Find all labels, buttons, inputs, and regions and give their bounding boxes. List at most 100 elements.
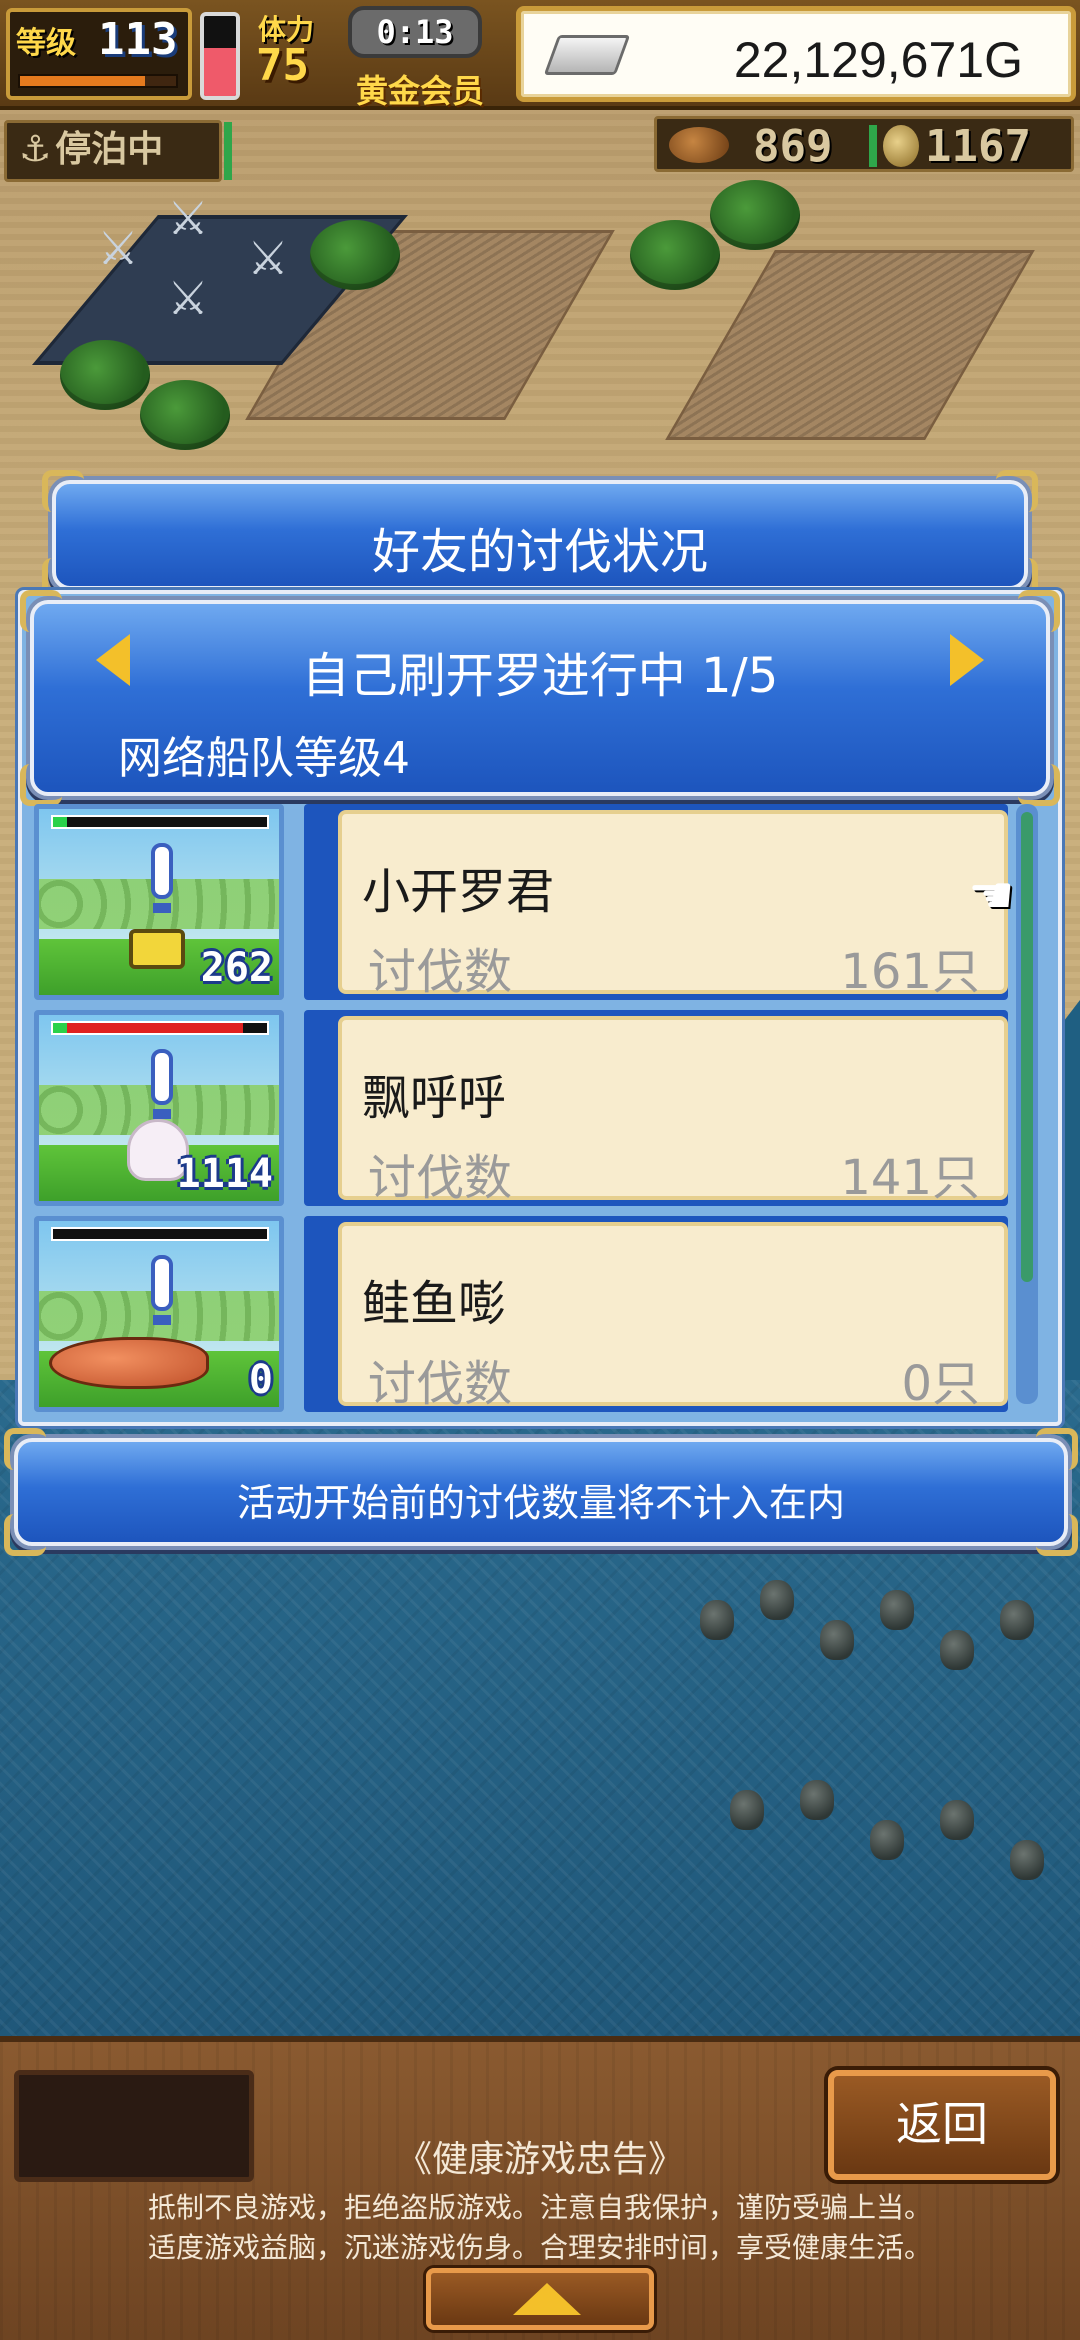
monster-name: 小开罗君 — [362, 864, 555, 920]
swords-icon: ⚔ — [247, 231, 289, 285]
swords-icon: ⚔ — [97, 221, 139, 275]
notice-text: 活动开始前的讨伐数量将不计入在内 — [236, 1481, 845, 1525]
money-box[interactable]: 22,129,671G — [516, 6, 1076, 102]
kill-count-value: 0只 — [901, 1356, 980, 1412]
hp-bar-marker — [53, 1023, 67, 1033]
level-label: 等级 — [16, 26, 76, 61]
monster-count: 262 — [200, 945, 273, 991]
resource-separator — [869, 125, 877, 167]
rock — [1000, 1600, 1034, 1640]
corner-ornament — [42, 470, 84, 512]
list-item[interactable]: 1114 飘呼呼 讨伐数 141只 — [34, 1010, 1014, 1206]
monster-card-body: 小开罗君 讨伐数 161只 — [338, 810, 1008, 1000]
hp-bar — [51, 1021, 269, 1035]
fleet-level: 网络船队等级4 — [118, 733, 410, 784]
bottom-bar: 返回 《健康游戏忠告》 抵制不良游戏，拒绝盗版游戏。注意自我保护，谨防受骗上当。… — [0, 2036, 1080, 2340]
hp-bar — [51, 815, 269, 829]
rock — [760, 1580, 794, 1620]
monster-count: 0 — [248, 1357, 273, 1403]
tree — [310, 220, 400, 290]
expand-menu-button[interactable] — [426, 2268, 654, 2330]
corner-ornament — [1018, 764, 1060, 806]
moored-indicator — [224, 122, 232, 180]
moored-label: 停泊中 — [55, 129, 164, 170]
hand-pointer-icon: ☚ — [968, 866, 1015, 926]
alert-icon — [151, 1255, 173, 1311]
list-item[interactable]: 262 小开罗君 讨伐数 161只 — [34, 804, 1014, 1000]
monster-thumbnail: 262 — [34, 804, 284, 1000]
money-value: 22,129,671G — [733, 32, 1023, 88]
rock — [940, 1630, 974, 1670]
moored-status[interactable]: ⚓ 停泊中 — [4, 120, 222, 182]
corner-ornament — [996, 470, 1038, 512]
swords-icon: ⚔ — [167, 191, 209, 245]
alert-dot — [153, 1109, 171, 1119]
monster-card-body: 飘呼呼 讨伐数 141只 — [338, 1016, 1008, 1206]
anchor-icon: ⚓ — [19, 129, 52, 170]
monster-card[interactable]: 飘呼呼 讨伐数 141只 — [304, 1010, 1008, 1206]
kill-count-label: 讨伐数 — [368, 1150, 513, 1206]
kill-count-label: 讨伐数 — [368, 1356, 513, 1412]
notice-banner: 活动开始前的讨伐数量将不计入在内 — [4, 1428, 1078, 1556]
resource-2-value: 1167 — [925, 121, 1031, 172]
membership-badge[interactable]: 黄金会员 — [356, 66, 484, 112]
header-banner: 自己刷开罗进行中 1/5 网络船队等级4 — [20, 590, 1060, 806]
rock — [730, 1790, 764, 1830]
coin-icon — [883, 125, 919, 167]
friend-progress: 自己刷开罗进行中 1/5 — [301, 648, 779, 704]
rock — [870, 1820, 904, 1860]
monster-card-body: 鲑鱼嘭 讨伐数 0只 — [338, 1222, 1008, 1412]
alert-dot — [153, 1315, 171, 1325]
monster-card[interactable]: 小开罗君 讨伐数 161只 — [304, 804, 1008, 1000]
stamina-gauge-fill — [204, 48, 236, 96]
hp-bar-fill — [67, 1023, 243, 1033]
level-box[interactable]: 等级 113 — [6, 8, 192, 100]
corner-ornament — [1036, 1428, 1078, 1470]
alert-icon — [151, 1049, 173, 1105]
stamina-gauge — [200, 12, 240, 100]
tree — [60, 340, 150, 410]
corner-ornament — [20, 590, 62, 632]
corner-ornament — [1018, 590, 1060, 632]
timer: 0:13 — [348, 6, 482, 58]
monster-sprite — [49, 1337, 209, 1389]
up-arrow-icon — [513, 2283, 581, 2315]
monster-thumbnail: 1114 — [34, 1010, 284, 1206]
monster-sprite — [129, 929, 185, 969]
kill-count-value: 141只 — [840, 1150, 980, 1206]
exp-bar-fill — [20, 76, 145, 86]
resource-box[interactable]: 869 1167 — [654, 116, 1074, 172]
rock — [1010, 1840, 1044, 1880]
alert-dot — [153, 903, 171, 913]
level-value: 113 — [98, 14, 178, 65]
monster-name: 飘呼呼 — [362, 1070, 507, 1126]
hp-bar — [51, 1227, 269, 1241]
meat-icon — [669, 127, 729, 163]
health-advisory-line: 适度游戏益脑，沉迷游戏伤身。合理安排时间，享受健康生活。 — [147, 2231, 932, 2264]
corner-ornament — [20, 764, 62, 806]
stamina-value: 75 — [256, 40, 309, 91]
rock — [940, 1800, 974, 1840]
monster-thumbnail: 0 — [34, 1216, 284, 1412]
corner-ornament — [4, 1428, 46, 1470]
dialog-title: 好友的讨伐状况 — [371, 524, 708, 580]
monster-list[interactable]: 262 小开罗君 讨伐数 161只 1114 飘呼呼 讨伐数 141只 0 鲑鱼… — [34, 804, 1014, 1416]
rock — [700, 1600, 734, 1640]
monster-name: 鲑鱼嘭 — [362, 1276, 507, 1332]
health-advisory-title: 《健康游戏忠告》 — [395, 2139, 684, 2180]
rock — [820, 1620, 854, 1660]
rock — [800, 1780, 834, 1820]
resource-1-value: 869 — [753, 121, 833, 172]
tree — [630, 220, 720, 290]
dialog-title-banner: 好友的讨伐状况 — [42, 470, 1038, 600]
kill-count-label: 讨伐数 — [368, 944, 513, 1000]
alert-icon — [151, 843, 173, 899]
tree — [140, 380, 230, 450]
top-hud: 等级 113 体力 75 0:13 黄金会员 22,129,671G — [0, 0, 1080, 110]
health-advisory-line: 抵制不良游戏，拒绝盗版游戏。注意自我保护，谨防受骗上当。 — [147, 2191, 932, 2224]
list-item[interactable]: 0 鲑鱼嘭 讨伐数 0只 — [34, 1216, 1014, 1412]
silver-bar-icon — [543, 35, 631, 75]
hp-bar-marker — [53, 817, 67, 827]
monster-card[interactable]: 鲑鱼嘭 讨伐数 0只 — [304, 1216, 1008, 1412]
rock — [880, 1590, 914, 1630]
